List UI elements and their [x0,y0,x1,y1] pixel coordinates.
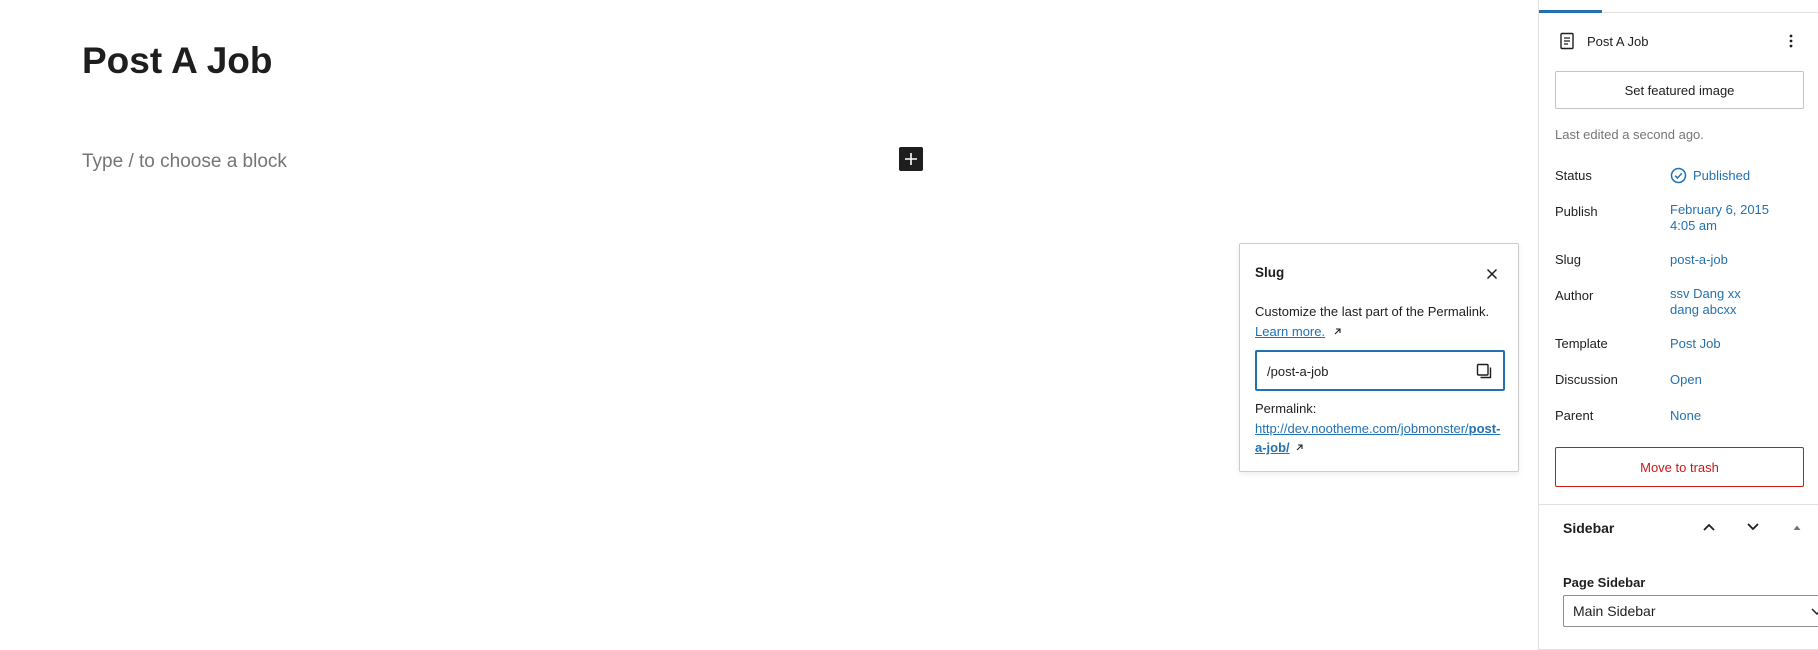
page-sidebar-label: Page Sidebar [1563,575,1646,590]
parent-label: Parent [1555,408,1594,423]
move-to-trash-button[interactable]: Move to trash [1555,447,1804,487]
status-value[interactable]: Published [1693,168,1750,184]
author-label: Author [1555,288,1594,303]
author-value[interactable]: ssv Dang xx dang abcxx [1670,286,1741,318]
published-check-icon [1670,167,1687,184]
permalink-link[interactable]: http://dev.nootheme.com/jobmonster/post-… [1255,419,1505,457]
close-button[interactable] [1480,262,1504,286]
slug-input[interactable] [1267,361,1467,381]
publish-time[interactable]: 4:05 am [1670,218,1769,234]
status-label: Status [1555,168,1592,183]
settings-sidebar: Post A Job Set featured image Last edite… [1538,0,1818,650]
block-inserter-button[interactable] [899,147,923,171]
permalink-label: Permalink: [1255,401,1317,416]
publish-date-value[interactable]: February 6, 2015 4:05 am [1670,202,1769,234]
chevron-down-icon [1747,523,1759,531]
author-name-line2[interactable]: dang abcxx [1670,302,1741,318]
page-sidebar-selected: Main Sidebar [1573,603,1656,619]
template-value[interactable]: Post Job [1670,336,1721,352]
close-icon [1486,268,1498,280]
set-featured-image-button[interactable]: Set featured image [1555,71,1804,109]
permalink-base[interactable]: http://dev.nootheme.com/jobmonster/ [1255,421,1469,436]
slug-label: Slug [1555,252,1582,267]
slug-popover: Slug Customize the last part of the Perm… [1239,243,1519,472]
learn-more-link[interactable]: Learn more. [1255,322,1343,342]
document-icon [1560,32,1574,50]
post-title[interactable]: Post A Job [82,40,273,82]
move-up-button[interactable] [1697,515,1721,539]
external-link-icon [1296,444,1303,451]
chevron-up-icon [1703,523,1715,531]
block-placeholder[interactable]: Type / to choose a block [82,151,287,173]
more-vertical-icon [1789,34,1793,48]
plus-icon [905,153,917,165]
popover-title: Slug [1255,265,1285,280]
more-options-button[interactable] [1780,29,1802,53]
parent-value[interactable]: None [1670,408,1701,424]
slug-input-wrapper [1255,350,1505,391]
slug-value[interactable]: post-a-job [1670,252,1728,268]
move-down-button[interactable] [1741,515,1765,539]
external-link-icon [1334,328,1341,335]
template-label: Template [1555,336,1608,351]
document-title: Post A Job [1587,34,1649,49]
panel-divider [1539,504,1818,505]
copy-button[interactable] [1473,360,1495,382]
learn-more-label[interactable]: Learn more. [1255,324,1325,339]
discussion-label: Discussion [1555,372,1618,387]
page-sidebar-select[interactable]: Main Sidebar [1563,595,1818,627]
author-name-line1[interactable]: ssv Dang xx [1670,286,1741,302]
publish-date[interactable]: February 6, 2015 [1670,202,1769,218]
caret-up-icon [1793,525,1801,530]
sidebar-panel-title[interactable]: Sidebar [1563,520,1614,536]
discussion-value[interactable]: Open [1670,372,1702,388]
popover-description: Customize the last part of the Permalink… [1255,304,1490,319]
copy-icon [1476,363,1492,379]
chevron-down-icon [1811,608,1818,616]
last-edited-text: Last edited a second ago. [1555,127,1704,142]
tab-active-indicator[interactable] [1539,10,1602,13]
publish-label: Publish [1555,204,1598,219]
collapse-panel-button[interactable] [1785,515,1809,539]
